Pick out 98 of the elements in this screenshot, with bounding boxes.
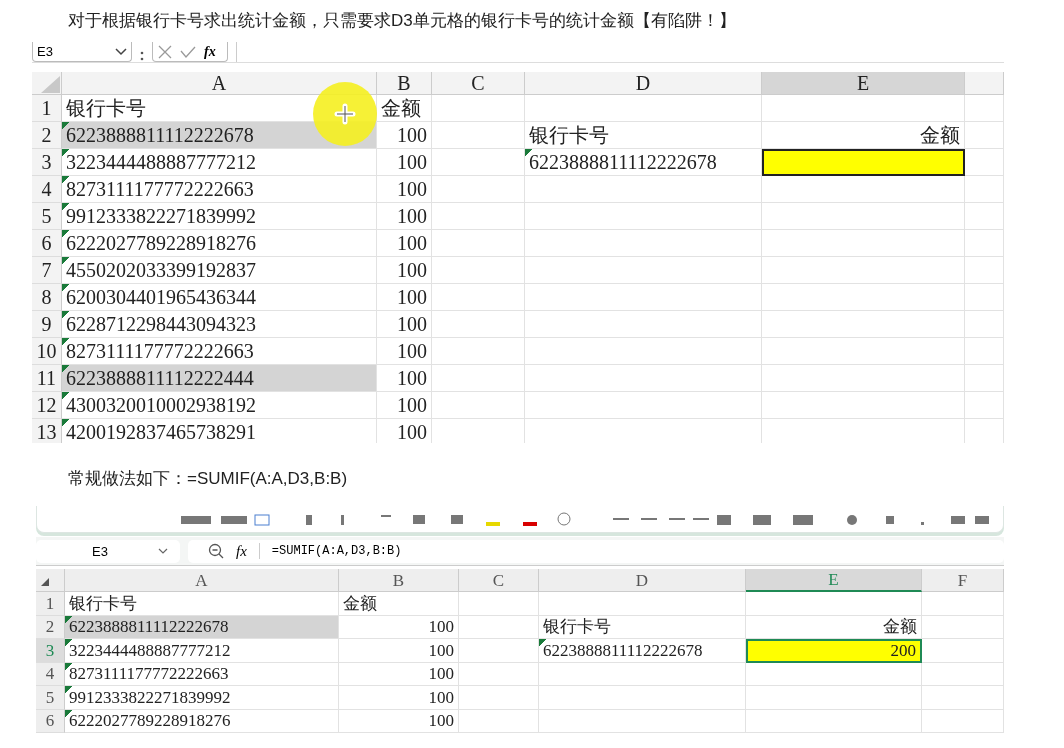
- column-header[interactable]: F: [922, 569, 1004, 592]
- table-cell: [965, 284, 1004, 311]
- row-header[interactable]: 1: [32, 95, 62, 122]
- table-cell: 9912333822271839992: [62, 203, 377, 230]
- table-cell: 100: [339, 639, 459, 663]
- table-cell: 银行卡号: [525, 122, 762, 149]
- table-cell: 8273111177772222663: [62, 176, 377, 203]
- table-cell: 100: [339, 686, 459, 710]
- column-header[interactable]: D: [539, 569, 746, 592]
- table-cell: 4550202033399192837: [62, 257, 377, 284]
- column-header: [965, 72, 1004, 95]
- table-cell: 100: [377, 122, 432, 149]
- intro-text: 对于根据银行卡号求出统计金额，只需要求D3单元格的银行卡号的统计金额【有陷阱！】: [67, 10, 737, 32]
- table-cell[interactable]: [762, 149, 965, 176]
- table-cell: 100: [377, 392, 432, 419]
- table-cell: 100: [377, 230, 432, 257]
- table-cell: 100: [377, 176, 432, 203]
- row-header[interactable]: 6: [32, 230, 62, 257]
- select-all-button[interactable]: [36, 569, 65, 592]
- row-header[interactable]: 12: [32, 392, 62, 419]
- table-cell: 100: [339, 709, 459, 733]
- row-header[interactable]: 2: [32, 122, 62, 149]
- table-cell: [965, 122, 1004, 149]
- row-header[interactable]: 1: [36, 592, 65, 616]
- table-cell: 100: [339, 615, 459, 639]
- column-header[interactable]: C: [432, 72, 525, 95]
- zoom-icon[interactable]: [208, 543, 224, 559]
- row-header[interactable]: 4: [36, 662, 65, 686]
- insert-function-button[interactable]: fx: [204, 43, 216, 60]
- row-header[interactable]: 3: [32, 149, 62, 176]
- table-cell: 6223888811112222444: [62, 365, 377, 392]
- row-header[interactable]: 11: [32, 365, 62, 392]
- table-cell: 100: [377, 149, 432, 176]
- column-header[interactable]: B: [339, 569, 459, 592]
- triangle-icon: [40, 577, 50, 587]
- row-header[interactable]: 9: [32, 311, 62, 338]
- cancel-icon[interactable]: [158, 44, 172, 59]
- table-cell: 100: [377, 338, 432, 365]
- row-header[interactable]: 5: [32, 203, 62, 230]
- insert-function-button[interactable]: fx: [236, 542, 247, 560]
- row-header[interactable]: 7: [32, 257, 62, 284]
- table-cell: [965, 338, 1004, 365]
- table-cell: [965, 365, 1004, 392]
- table-cell: 9912333822271839992: [65, 686, 339, 710]
- row-header[interactable]: 4: [32, 176, 62, 203]
- table-cell: 6223888811112222678: [525, 149, 762, 176]
- more-dots-icon: [140, 50, 144, 62]
- table-cell: 100: [377, 203, 432, 230]
- table-cell: 100: [377, 365, 432, 392]
- table-cell: 3223444488887777212: [65, 639, 339, 663]
- check-icon[interactable]: [180, 45, 196, 58]
- chevron-down-icon: [158, 548, 168, 554]
- row-header[interactable]: 13: [32, 419, 62, 443]
- formula-field[interactable]: =SUMIF(A:A,D3,B:B): [271, 544, 402, 558]
- table-cell: 6223888811112222678: [65, 615, 339, 639]
- row-header[interactable]: 5: [36, 686, 65, 710]
- column-header[interactable]: A: [65, 569, 339, 592]
- table-cell: 6222027789228918276: [65, 709, 339, 733]
- cursor-highlight: [312, 81, 378, 147]
- table-cell: 8273111177772222663: [65, 662, 339, 686]
- name-box[interactable]: E3: [36, 539, 180, 563]
- table-cell: 6200304401965436344: [62, 284, 377, 311]
- table-cell: [965, 230, 1004, 257]
- table-cell: 4200192837465738291: [62, 419, 377, 443]
- table-cell: 100: [339, 662, 459, 686]
- table-cell: 100: [377, 284, 432, 311]
- table-cell: 金额: [339, 592, 459, 616]
- table-cell: 100: [377, 311, 432, 338]
- table-cell: 100: [377, 257, 432, 284]
- method-text: 常规做法如下：=SUMIF(A:A,D3,B:B): [67, 468, 349, 490]
- column-header[interactable]: A: [62, 72, 377, 95]
- chevron-down-icon: [115, 47, 127, 56]
- table-cell: [965, 176, 1004, 203]
- row-header[interactable]: 8: [32, 284, 62, 311]
- table-cell: [965, 95, 1004, 122]
- table-cell: [965, 203, 1004, 230]
- table-cell: [965, 149, 1004, 176]
- row-header[interactable]: 2: [36, 615, 65, 639]
- column-header[interactable]: D: [525, 72, 762, 95]
- table-cell: 银行卡号: [539, 615, 746, 639]
- table-cell: 6222027789228918276: [62, 230, 377, 257]
- table-cell: [965, 311, 1004, 338]
- column-header[interactable]: E: [762, 72, 965, 95]
- table-cell[interactable]: 200: [746, 639, 922, 663]
- table-cell: 6228712298443094323: [62, 311, 377, 338]
- table-cell: [965, 392, 1004, 419]
- table-cell: 8273111177772222663: [62, 338, 377, 365]
- row-header[interactable]: 6: [36, 709, 65, 733]
- column-header[interactable]: B: [377, 72, 432, 95]
- table-cell: 4300320010002938192: [62, 392, 377, 419]
- table-cell: 100: [377, 419, 432, 443]
- name-box[interactable]: E3: [32, 42, 132, 62]
- row-header[interactable]: 10: [32, 338, 62, 365]
- column-header[interactable]: C: [459, 569, 539, 592]
- table-cell: 银行卡号: [65, 592, 339, 616]
- table-cell: 3223444488887777212: [62, 149, 377, 176]
- table-cell: [965, 257, 1004, 284]
- table-cell: 6223888811112222678: [539, 639, 746, 663]
